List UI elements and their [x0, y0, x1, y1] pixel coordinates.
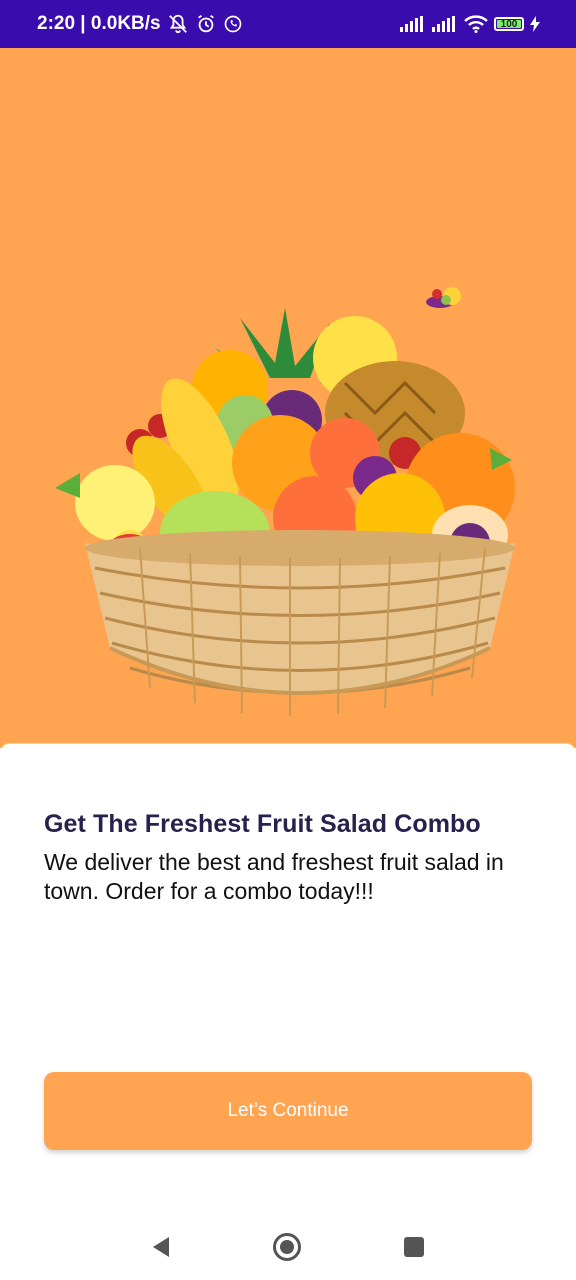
back-icon[interactable]: [145, 1232, 175, 1262]
fruit-basket-illustration: [55, 287, 515, 716]
home-icon[interactable]: [272, 1232, 302, 1262]
signal-icon: [432, 16, 458, 32]
battery-level: 100: [500, 18, 518, 30]
basket: [85, 530, 515, 716]
status-time-speed: 2:20 | 0.0KB/s: [37, 13, 161, 34]
onboarding-headline: Get The Freshest Fruit Salad Combo: [44, 810, 481, 838]
onboarding-description: We deliver the best and freshest fruit s…: [44, 849, 504, 904]
status-left: 2:20 | 0.0KB/s: [37, 13, 243, 35]
mute-bell-icon: [167, 13, 189, 35]
status-right: 100: [400, 15, 540, 33]
continue-button[interactable]: Let’s Continue: [44, 1072, 532, 1150]
charging-icon: [530, 16, 540, 32]
status-bar: 2:20 | 0.0KB/s 100: [0, 0, 576, 48]
signal-icon: [400, 16, 426, 32]
recents-icon[interactable]: [399, 1232, 429, 1262]
hero-banner: [0, 48, 576, 748]
whatsapp-icon: [223, 14, 243, 34]
alarm-icon: [195, 13, 217, 35]
battery-icon: 100: [494, 17, 524, 31]
small-fruits-icon: [426, 287, 461, 308]
wifi-icon: [464, 15, 488, 33]
